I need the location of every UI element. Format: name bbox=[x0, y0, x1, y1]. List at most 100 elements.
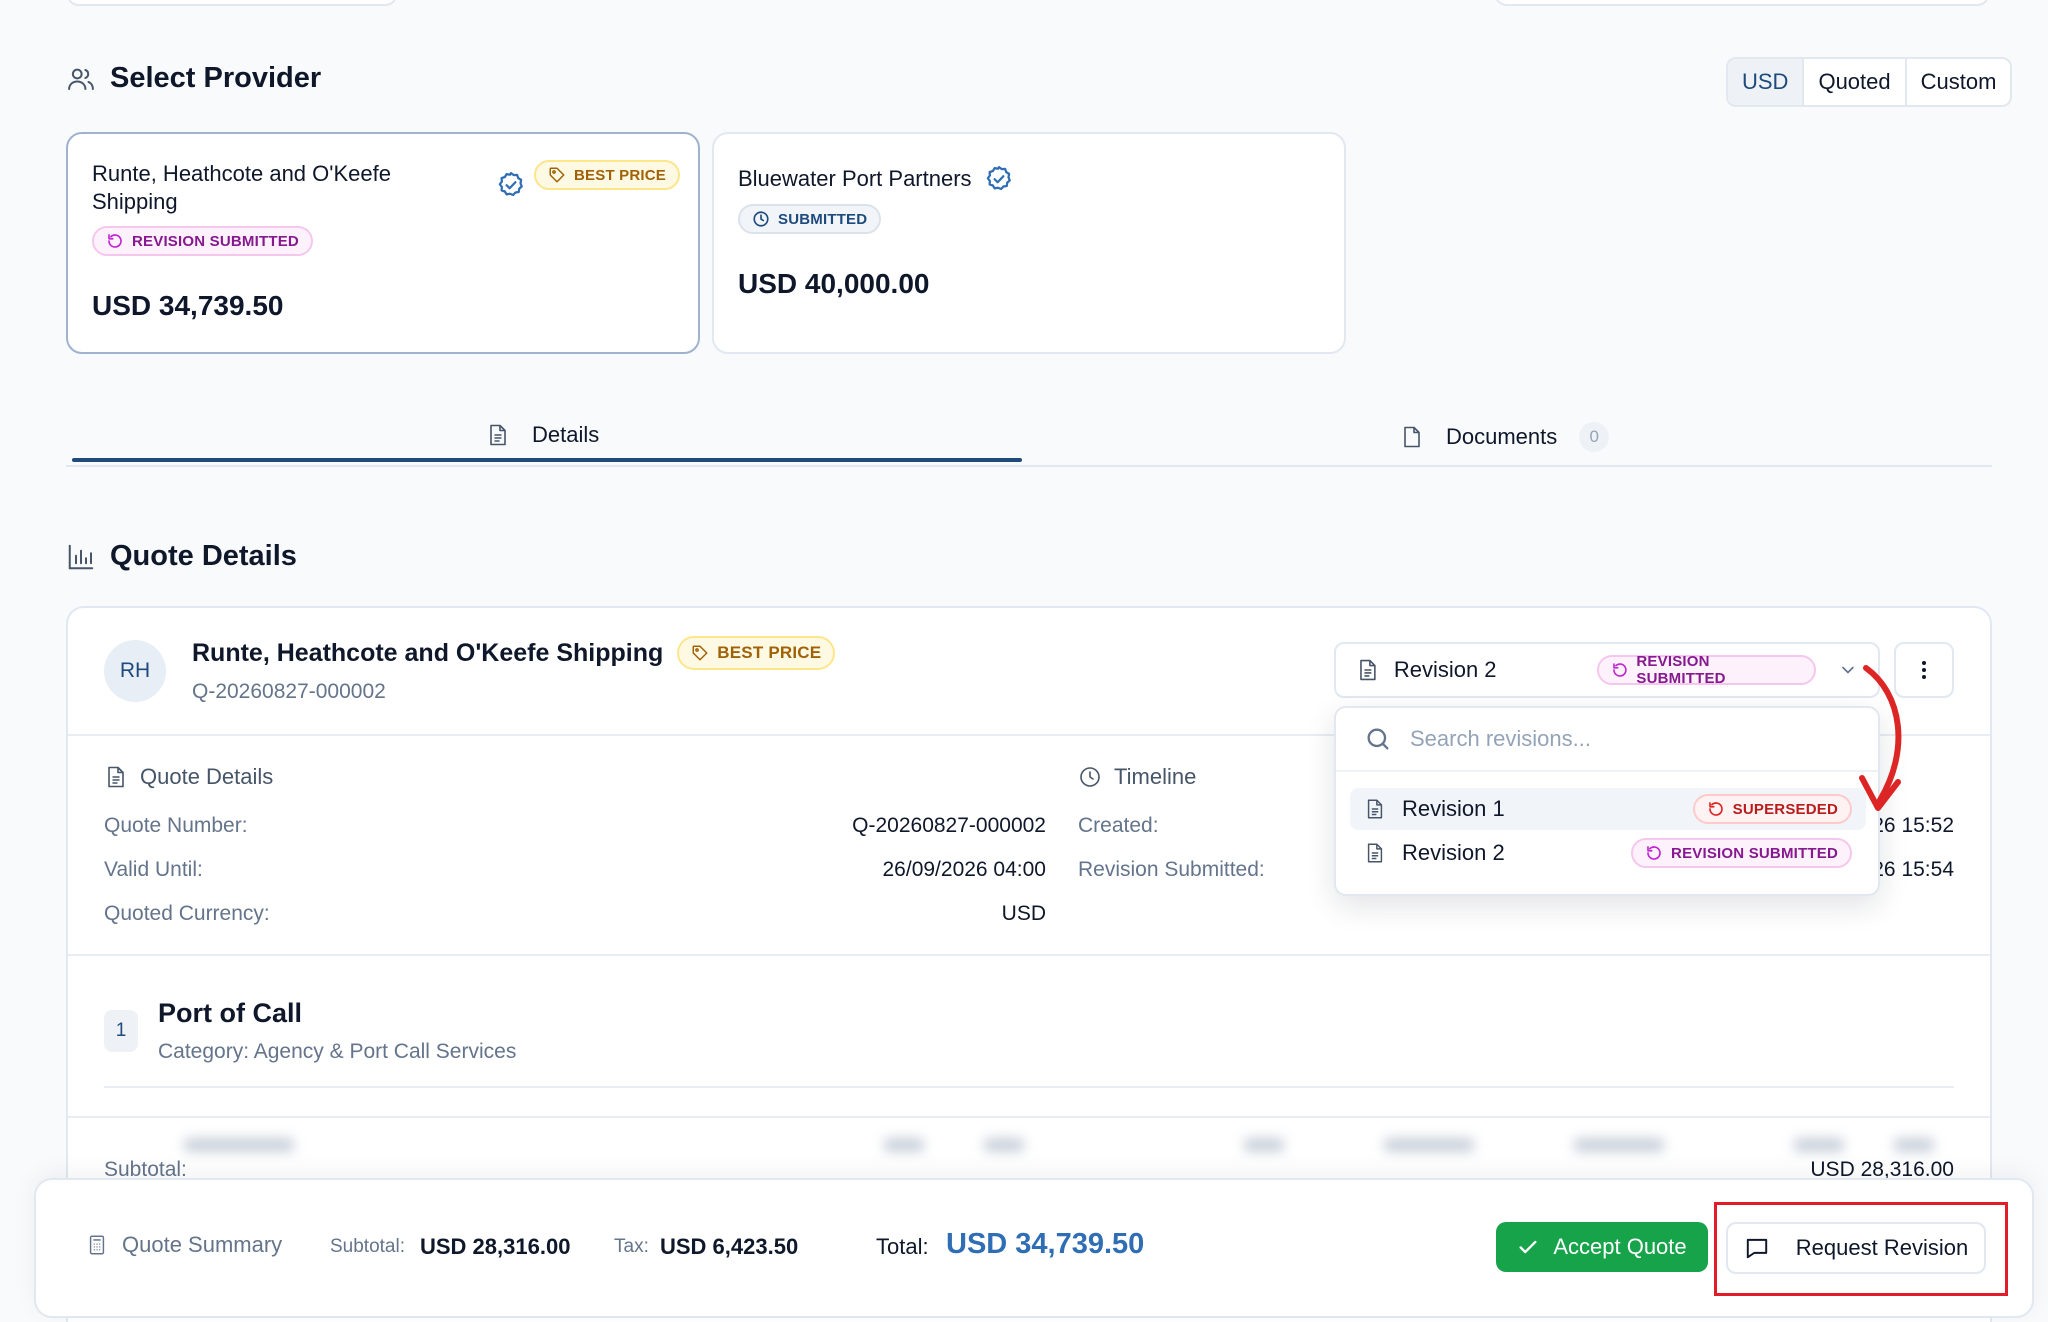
currency-option-quoted[interactable]: Quoted bbox=[1804, 59, 1907, 105]
quote-id: Q-20260827-000002 bbox=[192, 680, 386, 703]
revision-search-input[interactable] bbox=[1410, 726, 1790, 752]
document-icon bbox=[1367, 843, 1383, 863]
revision-status-badge: REVISION SUBMITTED bbox=[1596, 653, 1817, 687]
quote-details-subheader: Quote Details bbox=[104, 764, 273, 790]
summary-subtotal-label: Subtotal: bbox=[330, 1236, 405, 1257]
document-icon bbox=[1367, 799, 1383, 819]
accept-quote-label: Accept Quote bbox=[1553, 1234, 1687, 1259]
valid-until-value: 26/09/2026 04:00 bbox=[882, 858, 1047, 881]
status-badge: SUBMITTED bbox=[738, 204, 882, 234]
revision-icon bbox=[108, 234, 122, 248]
timeline-subheader: Timeline bbox=[1078, 764, 1196, 790]
revision-icon bbox=[1612, 663, 1627, 677]
quoted-currency-value: USD bbox=[1001, 902, 1046, 925]
avatar: RH bbox=[104, 640, 166, 702]
annotation-highlight-box bbox=[1714, 1202, 2008, 1296]
provider-name-line1: Runte, Heathcote and O'Keefe bbox=[92, 161, 391, 186]
best-price-label: BEST PRICE bbox=[717, 643, 822, 662]
revision-option-2[interactable]: Revision 2 REVISION SUBMITTED bbox=[1350, 832, 1866, 874]
superseded-badge: SUPERSEDED bbox=[1692, 794, 1852, 824]
revision-option-label: Revision 1 bbox=[1402, 796, 1505, 821]
tab-documents-label: Documents bbox=[1446, 424, 1558, 449]
currency-option-custom[interactable]: Custom bbox=[1907, 59, 2011, 105]
currency-toggle: USD Quoted Custom bbox=[1726, 57, 2013, 107]
bar-chart-icon bbox=[68, 544, 94, 569]
best-price-label: BEST PRICE bbox=[574, 166, 667, 184]
provider-price: USD 40,000.00 bbox=[738, 268, 930, 299]
quote-details-subtitle: Quote Details bbox=[140, 764, 274, 789]
revision-dropdown: Revision 1 SUPERSEDED Revision 2 REVISIO… bbox=[1334, 706, 1880, 896]
tag-icon bbox=[549, 167, 565, 183]
top-card-stub-left bbox=[66, 0, 398, 6]
revision-icon bbox=[1647, 846, 1661, 860]
document-icon bbox=[1360, 659, 1376, 681]
tag-icon bbox=[692, 645, 708, 661]
active-tab-indicator bbox=[72, 458, 1022, 462]
revision-select[interactable]: Revision 2 REVISION SUBMITTED bbox=[1334, 642, 1880, 698]
section-divider bbox=[104, 1086, 1954, 1088]
documents-count: 0 bbox=[1579, 422, 1610, 452]
check-icon bbox=[1519, 1240, 1537, 1254]
revision-status-label: REVISION SUBMITTED bbox=[1636, 653, 1726, 687]
search-icon bbox=[1367, 728, 1389, 750]
document-icon bbox=[490, 424, 506, 446]
provider-name: Runte, Heathcote and O'Keefe Shipping bbox=[92, 160, 432, 216]
panel-divider bbox=[68, 1116, 1990, 1118]
accept-quote-button[interactable]: Accept Quote bbox=[1496, 1222, 1708, 1272]
best-price-badge: BEST PRICE bbox=[677, 636, 836, 670]
summary-tax-value: USD 6,423.50 bbox=[660, 1234, 799, 1259]
provider-card-runte[interactable]: Runte, Heathcote and O'Keefe Shipping BE… bbox=[66, 132, 700, 354]
valid-until-label: Valid Until: bbox=[104, 858, 203, 881]
port-of-call-category: Category: Agency & Port Call Services bbox=[158, 1040, 517, 1063]
revision-search bbox=[1336, 708, 1878, 772]
file-icon bbox=[1404, 426, 1420, 448]
quoted-currency-label: Quoted Currency: bbox=[104, 902, 270, 925]
timeline-subtitle: Timeline bbox=[1114, 764, 1197, 789]
top-card-stub-right bbox=[1494, 0, 1990, 6]
verified-check-icon bbox=[986, 166, 1011, 191]
provider-price: USD 34,739.50 bbox=[92, 290, 284, 321]
best-price-badge: BEST PRICE bbox=[534, 160, 681, 190]
calculator-icon bbox=[89, 1235, 105, 1255]
provider-name-line2: Shipping bbox=[92, 189, 178, 214]
provider-heading: Runte, Heathcote and O'Keefe Shipping BE… bbox=[192, 636, 836, 670]
revision-submitted-label: REVISION SUBMITTED bbox=[1671, 844, 1838, 862]
provider-card-bluewater[interactable]: Bluewater Port Partners SUBMITTED USD 40… bbox=[712, 132, 1346, 354]
superseded-label: SUPERSEDED bbox=[1732, 800, 1838, 818]
users-icon bbox=[68, 68, 94, 90]
port-of-call-title: Port of Call bbox=[158, 998, 303, 1028]
quote-number-label: Quote Number: bbox=[104, 814, 248, 837]
summary-tax-label: Tax: bbox=[614, 1236, 649, 1257]
revision-option-1[interactable]: Revision 1 SUPERSEDED bbox=[1350, 788, 1866, 830]
currency-option-usd[interactable]: USD bbox=[1728, 59, 1805, 105]
provider-name: Bluewater Port Partners bbox=[738, 166, 972, 191]
verified-check-icon bbox=[498, 172, 523, 197]
status-badge: REVISION SUBMITTED bbox=[92, 226, 313, 256]
tabs-divider bbox=[66, 465, 1992, 467]
section-number: 1 bbox=[104, 1010, 138, 1052]
status-label: SUBMITTED bbox=[778, 210, 868, 228]
revision-submitted-label: Revision Submitted: bbox=[1078, 858, 1265, 881]
quote-summary-title: Quote Summary bbox=[122, 1232, 283, 1257]
summary-total-label: Total: bbox=[876, 1234, 929, 1259]
revision-icon bbox=[1708, 802, 1723, 816]
line-items-blurred bbox=[104, 1128, 1954, 1162]
tab-documents[interactable]: Documents 0 bbox=[1400, 422, 1610, 452]
document-icon bbox=[108, 766, 124, 788]
select-provider-header: Select Provider bbox=[66, 62, 321, 95]
provider-name-row: Bluewater Port Partners bbox=[738, 164, 1014, 194]
status-label: REVISION SUBMITTED bbox=[132, 232, 299, 250]
panel-divider bbox=[68, 954, 1990, 956]
quote-number-value: Q-20260827-000002 bbox=[852, 814, 1046, 837]
clock-icon bbox=[1080, 767, 1100, 787]
summary-subtotal-value: USD 28,316.00 bbox=[420, 1234, 571, 1259]
revision-option-label: Revision 2 bbox=[1402, 840, 1505, 865]
clock-icon bbox=[753, 211, 769, 227]
tab-details[interactable]: Details bbox=[486, 422, 599, 448]
select-provider-title: Select Provider bbox=[110, 62, 322, 94]
annotation-arrow-icon bbox=[1859, 665, 1902, 811]
provider-title: Runte, Heathcote and O'Keefe Shipping bbox=[192, 638, 664, 667]
tab-details-label: Details bbox=[532, 422, 600, 447]
revision-select-value: Revision 2 bbox=[1393, 657, 1497, 682]
quote-details-header: Quote Details bbox=[66, 540, 297, 573]
